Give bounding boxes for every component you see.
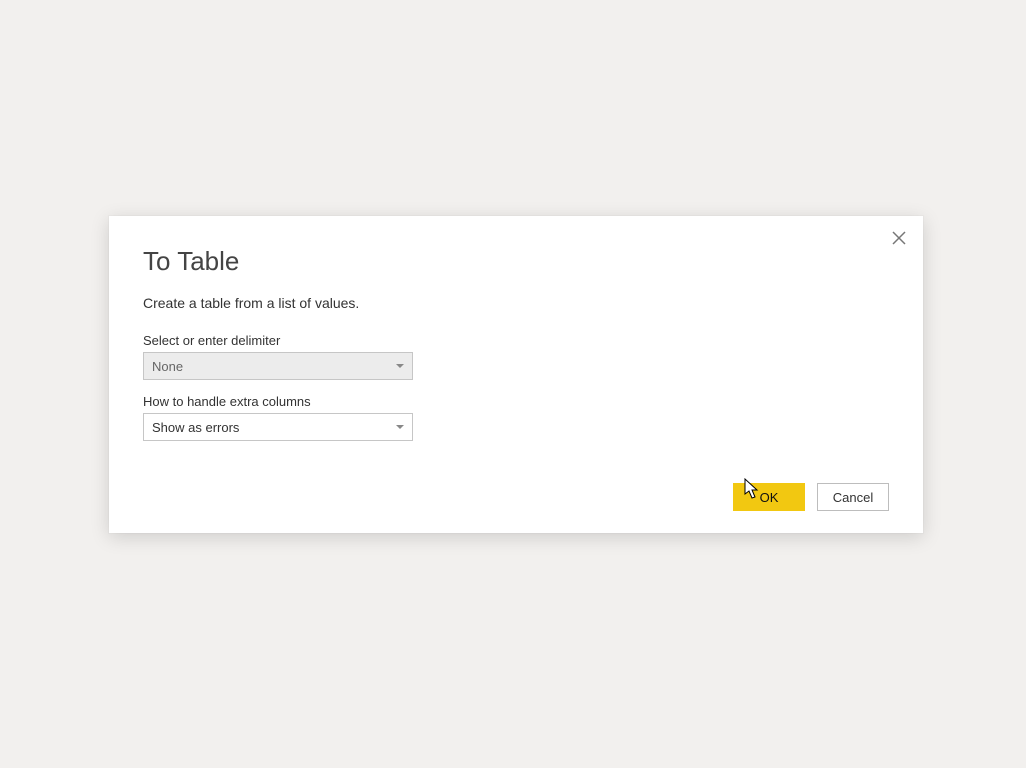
dialog-buttons: OK Cancel [143, 483, 889, 511]
to-table-dialog: To Table Create a table from a list of v… [109, 216, 923, 533]
delimiter-dropdown[interactable]: None [143, 352, 413, 380]
dialog-subtitle: Create a table from a list of values. [143, 295, 889, 311]
dialog-title: To Table [143, 246, 889, 277]
extra-columns-value: Show as errors [152, 420, 239, 435]
cancel-button[interactable]: Cancel [817, 483, 889, 511]
close-button[interactable] [885, 224, 913, 252]
close-icon [892, 231, 906, 245]
extra-columns-dropdown[interactable]: Show as errors [143, 413, 413, 441]
delimiter-value: None [152, 359, 183, 374]
ok-button[interactable]: OK [733, 483, 805, 511]
chevron-down-icon [396, 364, 404, 368]
extra-columns-label: How to handle extra columns [143, 394, 889, 409]
delimiter-label: Select or enter delimiter [143, 333, 889, 348]
chevron-down-icon [396, 425, 404, 429]
